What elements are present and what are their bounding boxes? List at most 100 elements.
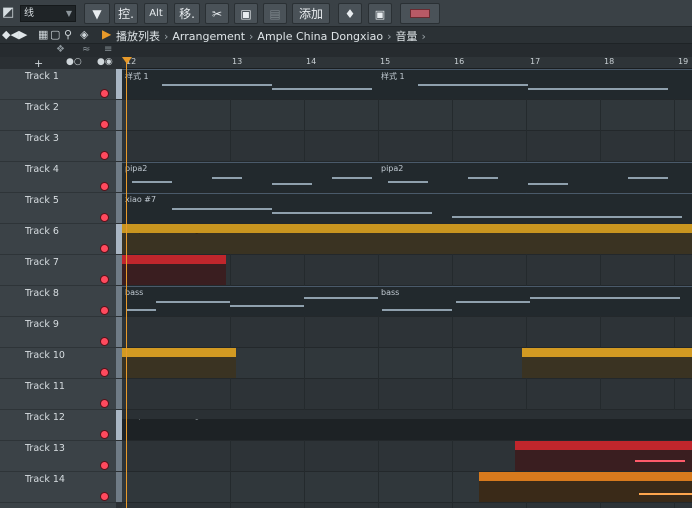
track-header[interactable]: Track 1 [0, 69, 116, 100]
mute-toggle-icon[interactable] [100, 492, 109, 501]
audio-clip[interactable]: FX10 [515, 441, 692, 471]
mute-toggle-icon[interactable] [100, 151, 109, 160]
mute-toggle-icon[interactable] [100, 399, 109, 408]
track-lane[interactable] [122, 131, 692, 162]
mute-toggle-icon[interactable] [100, 461, 109, 470]
snap-selector[interactable]: 线 ▼ [20, 5, 76, 22]
track-lane[interactable] [122, 317, 692, 348]
mute-toggle-icon[interactable] [100, 244, 109, 253]
brush-icon[interactable]: ▦ [38, 28, 48, 41]
track-header[interactable]: Track 11 [0, 379, 116, 410]
track-color-strip[interactable] [116, 317, 122, 347]
move-button[interactable]: 移. [174, 3, 200, 24]
track-lane[interactable] [122, 100, 692, 131]
playhead-marker-icon[interactable] [122, 57, 132, 64]
pattern-clip[interactable]: pipa2 [122, 162, 378, 192]
pattern-clip[interactable]: bass [122, 286, 378, 316]
mute-icon[interactable]: ●○ [66, 57, 82, 67]
breadcrumb-item[interactable]: Arrangement [172, 30, 245, 43]
track-color-strip[interactable] [116, 348, 122, 378]
mute-toggle-icon[interactable] [100, 275, 109, 284]
zoom-icon[interactable]: ⚲ [64, 28, 72, 41]
track-lane[interactable] [122, 379, 692, 410]
stamp-icon: ▼ [92, 7, 102, 21]
snap-value: 线 [24, 8, 34, 19]
bar-label: 17 [530, 57, 541, 66]
curve-icon[interactable]: ≈ [82, 44, 90, 55]
track-color-strip[interactable] [116, 193, 122, 223]
control-button[interactable]: 控. [114, 3, 138, 24]
mute-toggle-icon[interactable] [100, 337, 109, 346]
track-header[interactable]: Track 13 [0, 441, 116, 472]
alt-button[interactable]: Alt [144, 3, 168, 24]
breadcrumb-item[interactable]: 音量 [395, 30, 417, 43]
pattern-clip[interactable]: bass [378, 286, 692, 316]
track-name: Track 4 [25, 164, 59, 175]
speaker-icon[interactable]: ◈ [80, 28, 88, 41]
mute-toggle-icon[interactable] [100, 89, 109, 98]
track-color-strip[interactable] [116, 379, 122, 409]
mute-toggle-icon[interactable] [100, 368, 109, 377]
track-header[interactable]: Track 12 [0, 410, 116, 441]
track-name: Track 13 [25, 443, 65, 454]
pattern-clip[interactable]: 样式 1 [122, 69, 378, 99]
audio-clip[interactable]: [RO] Fx - Rise 3 [122, 348, 236, 378]
stamp-button[interactable]: ▼ [84, 3, 110, 24]
track-header[interactable]: Track 4 [0, 162, 116, 193]
playlist-lanes[interactable]: 样式 1 样式 1 pipa2 pipa2 xiao #7 Ample Chin… [122, 69, 692, 508]
clip-label: [RO] Crash - Delay [125, 255, 200, 264]
pattern-clip[interactable]: 样式 1 [378, 69, 692, 99]
wave-icon[interactable]: ❖ [56, 44, 65, 55]
track-color-strip[interactable] [116, 255, 122, 285]
pin-button[interactable]: ♦ [338, 3, 362, 24]
breadcrumb-item[interactable]: Ample China Dongxiao [257, 30, 383, 43]
track-color-strip[interactable] [116, 69, 122, 99]
track-color-strip[interactable] [116, 162, 122, 192]
track-header[interactable]: Track 3 [0, 131, 116, 162]
audio-clip[interactable]: FX8 [479, 472, 692, 502]
track-name: Track 6 [25, 226, 59, 237]
mute-toggle-icon[interactable] [100, 306, 109, 315]
mute-toggle-icon[interactable] [100, 213, 109, 222]
automation-clip[interactable]: Ample China Dongxiao - 音量 [122, 224, 692, 254]
timeline-ruler[interactable]: 12 13 14 15 16 17 18 19 [122, 57, 692, 69]
add-button[interactable]: 添加 [292, 3, 330, 24]
breadcrumb-item[interactable]: 播放列表 [116, 30, 160, 43]
clone-button[interactable]: ▣ [234, 3, 258, 24]
paste-button[interactable]: ▤ [263, 3, 287, 24]
track-header[interactable]: Track 6 [0, 224, 116, 255]
mute-toggle-icon[interactable] [100, 120, 109, 129]
headphones-icon[interactable]: ◩ [2, 5, 14, 20]
track-header[interactable]: Track 7 [0, 255, 116, 286]
track-header[interactable]: Track 8 [0, 286, 116, 317]
track-color-strip[interactable] [116, 410, 122, 440]
track-header[interactable]: Track 14 [0, 472, 116, 503]
solo-icon[interactable]: ●◉ [97, 57, 113, 67]
cart-button[interactable]: ▣ [368, 3, 392, 24]
playhead[interactable] [126, 57, 127, 508]
audio-clip[interactable]: [RO] Crash - Delay [122, 255, 226, 285]
track-color-strip[interactable] [116, 472, 122, 502]
track-header[interactable]: Track 2 [0, 100, 116, 131]
track-header[interactable]: Track 9 [0, 317, 116, 348]
arrows-icon[interactable]: ◆◀▶ [2, 28, 27, 41]
bars-icon[interactable]: ≡ [104, 44, 112, 55]
track-color-strip[interactable] [116, 100, 122, 130]
track-color-strip[interactable] [116, 286, 122, 316]
track-header[interactable]: Track 10 [0, 348, 116, 379]
pattern-clip[interactable]: xiao #7 [122, 193, 692, 223]
audio-clip[interactable]: [RO] Fx - Rise 3 [522, 348, 692, 378]
automation-clip[interactable]: Ample China Dongxiao - 声像调整 [122, 410, 692, 440]
track-header[interactable]: Track 5 [0, 193, 116, 224]
track-color-strip[interactable] [116, 131, 122, 161]
pattern-clip[interactable]: pipa2 [378, 162, 692, 192]
track-color-strip[interactable] [116, 441, 122, 471]
track-color-strip[interactable] [116, 224, 122, 254]
clip-label: [RO] Fx - Rise 3 [525, 348, 588, 357]
track-name: Track 11 [25, 381, 65, 392]
mute-toggle-icon[interactable] [100, 430, 109, 439]
flag-button[interactable] [400, 3, 440, 24]
mute-toggle-icon[interactable] [100, 182, 109, 191]
fit-icon[interactable]: ▢ [50, 28, 60, 41]
cut-button[interactable]: ✂ [205, 3, 229, 24]
